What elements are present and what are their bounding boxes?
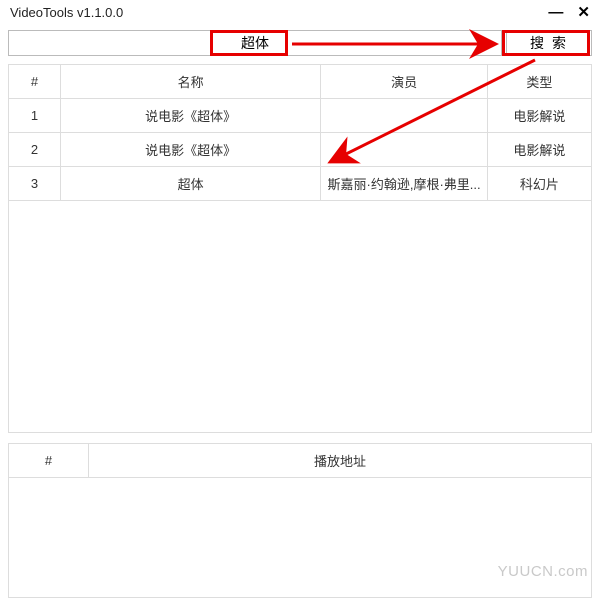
cell-type: 电影解说	[487, 133, 591, 167]
table-row[interactable]: 3 超体 斯嘉丽·约翰逊,摩根·弗里... 科幻片	[9, 167, 592, 201]
cell-name: 说电影《超体》	[61, 133, 321, 167]
minimize-icon[interactable]: —	[548, 5, 563, 20]
results-header-actor: 演员	[321, 65, 488, 99]
results-header-index: #	[9, 65, 61, 99]
window-title: VideoTools v1.1.0.0	[10, 5, 123, 20]
playlist-header-row: # 播放地址	[9, 444, 592, 478]
window-controls: — ✕	[548, 5, 590, 20]
cell-index: 1	[9, 99, 61, 133]
cell-actor: 斯嘉丽·约翰逊,摩根·弗里...	[321, 167, 488, 201]
search-row: 搜索	[0, 28, 600, 60]
playlist-empty-area	[8, 478, 592, 598]
cell-index: 3	[9, 167, 61, 201]
results-empty-area	[8, 201, 592, 433]
watermark: YUUCN.com	[498, 563, 588, 580]
table-row[interactable]: 2 说电影《超体》 电影解说	[9, 133, 592, 167]
results-table: # 名称 演员 类型 1 说电影《超体》 电影解说 2 说电影《超体》 电影解说…	[8, 64, 592, 201]
playlist-header-index: #	[9, 444, 89, 478]
results-header-row: # 名称 演员 类型	[9, 65, 592, 99]
results-area: # 名称 演员 类型 1 说电影《超体》 电影解说 2 说电影《超体》 电影解说…	[8, 64, 592, 433]
search-input[interactable]	[8, 30, 502, 56]
title-bar: VideoTools v1.1.0.0 — ✕	[0, 0, 600, 28]
cell-type: 科幻片	[487, 167, 591, 201]
search-button[interactable]: 搜索	[506, 30, 592, 56]
cell-index: 2	[9, 133, 61, 167]
results-header-name: 名称	[61, 65, 321, 99]
cell-actor	[321, 133, 488, 167]
cell-name: 超体	[61, 167, 321, 201]
cell-actor	[321, 99, 488, 133]
cell-type: 电影解说	[487, 99, 591, 133]
cell-name: 说电影《超体》	[61, 99, 321, 133]
playlist-table: # 播放地址	[8, 443, 592, 478]
playlist-header-url: 播放地址	[89, 444, 592, 478]
close-icon[interactable]: ✕	[577, 5, 590, 20]
results-header-type: 类型	[487, 65, 591, 99]
table-row[interactable]: 1 说电影《超体》 电影解说	[9, 99, 592, 133]
